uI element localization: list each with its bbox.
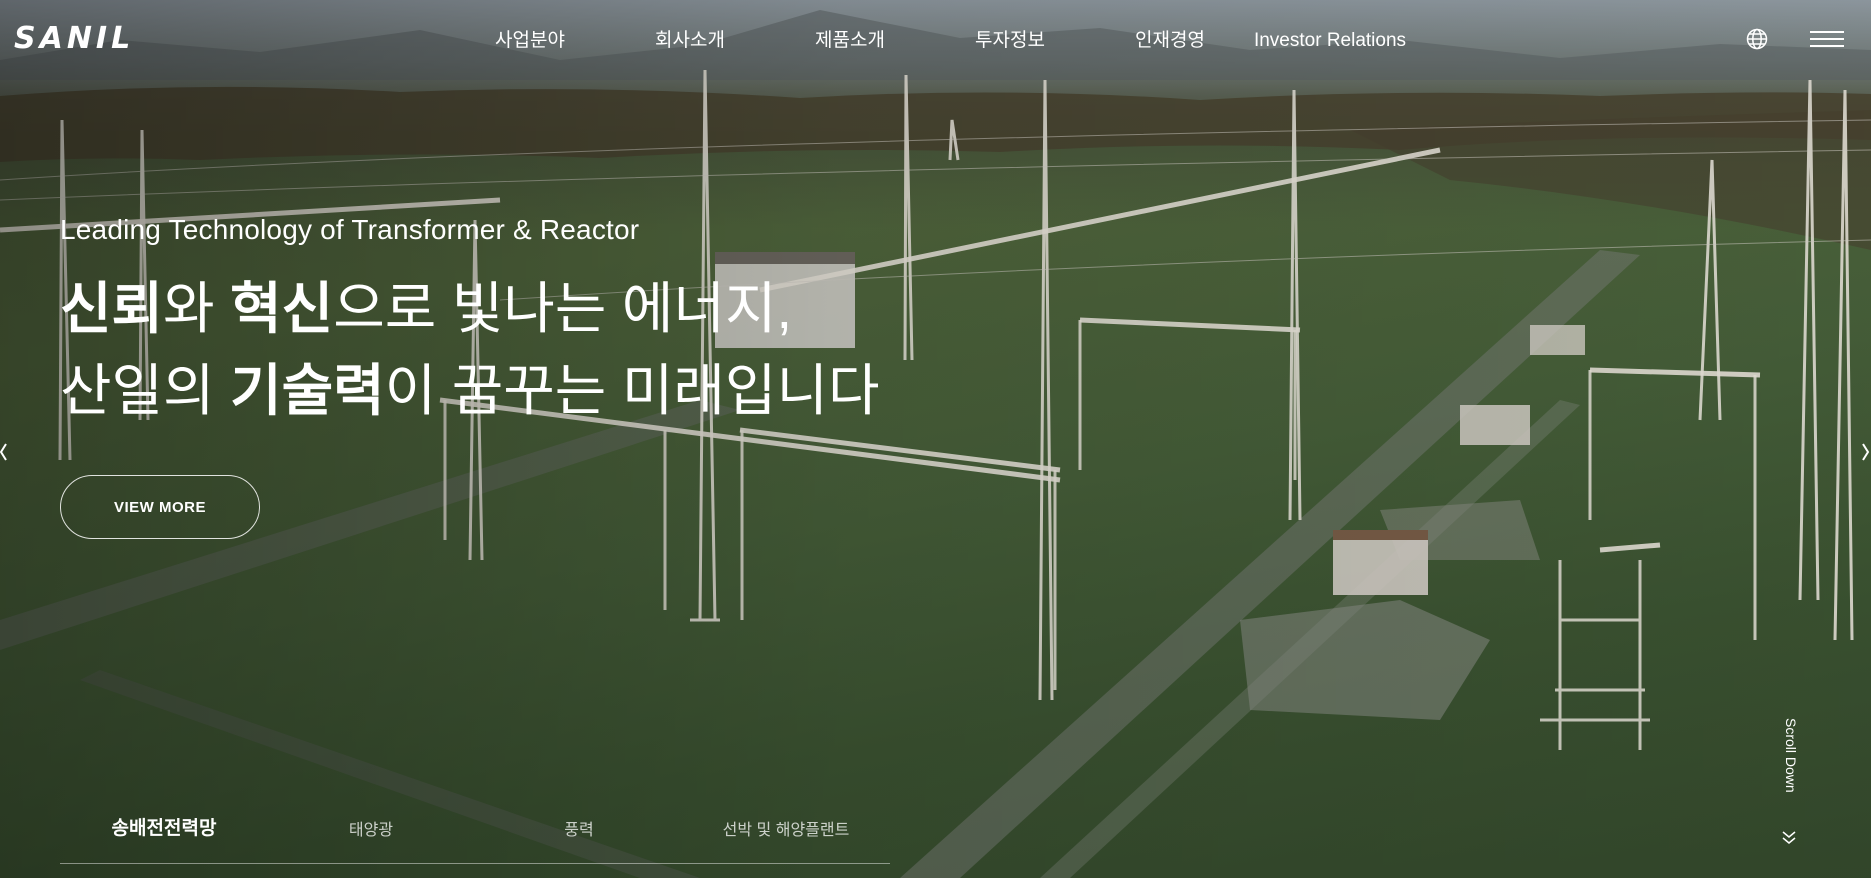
tab-wind[interactable]: 풍력 xyxy=(564,818,593,844)
nav-item-products[interactable]: 제품소개 xyxy=(815,28,885,54)
nav-item-investment[interactable]: 투자정보 xyxy=(975,28,1045,54)
tab-marine-plant[interactable]: 선박 및 해양플랜트 xyxy=(723,818,850,844)
nav-item-investor-relations[interactable]: Investor Relations xyxy=(1254,28,1406,54)
prev-slide-arrow-icon[interactable] xyxy=(0,440,14,464)
hero-headline: 신뢰와 혁신으로 빛나는 에너지, 산일의 기술력이 꿈꾸는 미래입니다 xyxy=(60,268,880,432)
business-tabs: 송배전전력망 태양광 풍력 선박 및 해양플랜트 xyxy=(60,812,890,864)
scroll-down-label: Scroll Down xyxy=(1783,718,1799,793)
logo-text: SANIL xyxy=(14,21,135,56)
nav-item-company[interactable]: 회사소개 xyxy=(655,28,725,54)
view-more-button[interactable]: VIEW MORE xyxy=(60,475,260,539)
sanil-logo[interactable]: SANIL xyxy=(14,24,134,54)
headline-line-1: 신뢰와 혁신으로 빛나는 에너지, xyxy=(60,277,793,340)
hero-background xyxy=(0,0,1871,878)
next-slide-arrow-icon[interactable] xyxy=(1857,440,1871,464)
nav-item-careers[interactable]: 인재경영 xyxy=(1135,28,1205,54)
nav-item-business[interactable]: 사업분야 xyxy=(495,28,565,54)
headline-line-2: 산일의 기술력이 꿈꾸는 미래입니다 xyxy=(60,359,880,422)
scroll-down-indicator[interactable]: Scroll Down xyxy=(1779,718,1799,850)
double-chevron-down-icon xyxy=(1781,826,1797,848)
tab-transmission-grid[interactable]: 송배전전력망 xyxy=(112,816,217,842)
tab-solar[interactable]: 태양광 xyxy=(349,818,393,844)
hamburger-menu-icon[interactable] xyxy=(1810,31,1844,48)
hero-overlay xyxy=(0,0,1871,878)
globe-icon[interactable] xyxy=(1746,28,1768,50)
hero-subtitle: Leading Technology of Transformer & Reac… xyxy=(60,214,640,245)
site-header: SANIL 사업분야 회사소개 제품소개 투자정보 인재경영 Investor … xyxy=(0,0,1871,80)
tabs-divider xyxy=(60,863,890,864)
